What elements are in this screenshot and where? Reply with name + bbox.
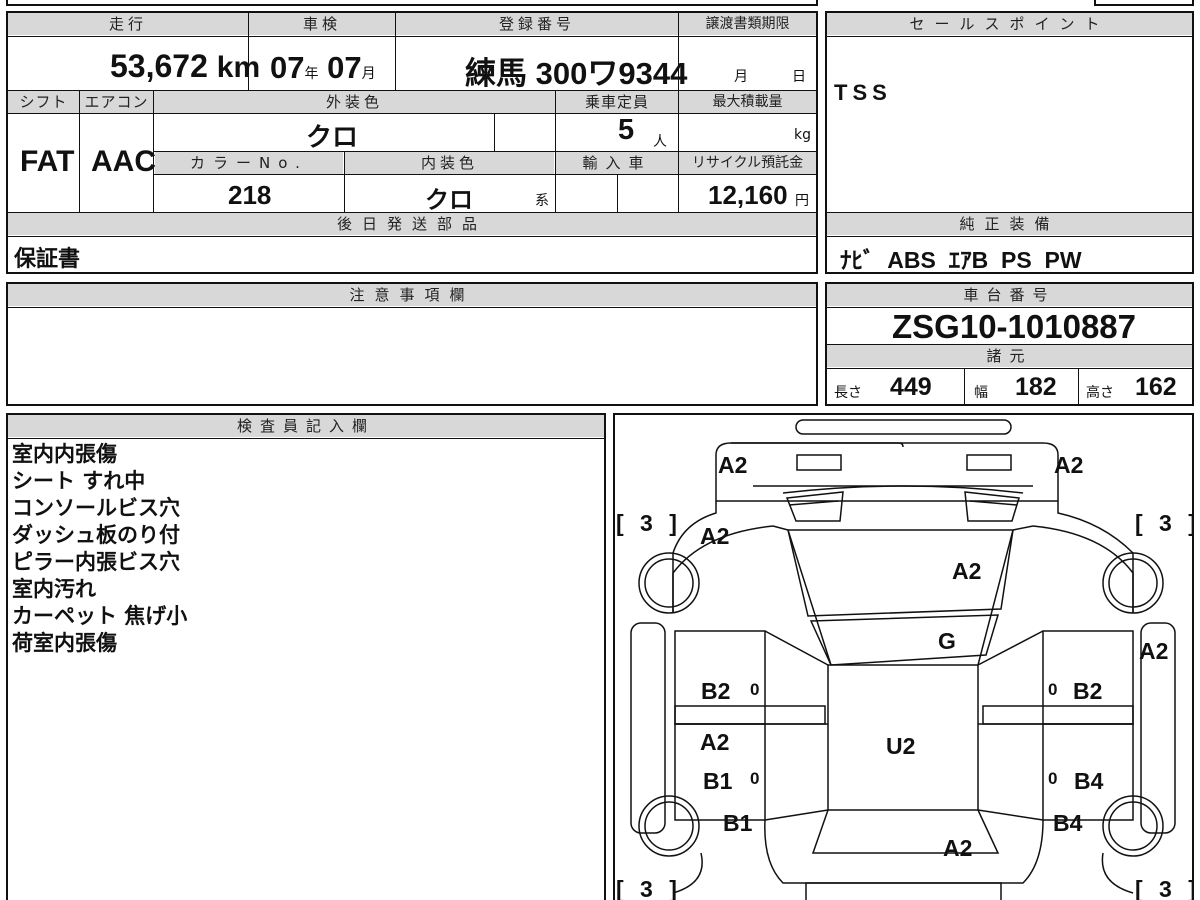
- damage-right-fender: A2: [1139, 638, 1168, 664]
- tire-front-left: [638, 552, 700, 614]
- zero-mark-4: 0: [1048, 769, 1057, 788]
- inspector-note: ダッシュ板のり付: [12, 523, 180, 547]
- inspector-note: カーペット 焦げ小: [12, 604, 188, 628]
- sales-point-text: TSS: [834, 80, 892, 105]
- damage-rear-door-right: B4: [1074, 768, 1104, 794]
- shaken-year-unit: 年: [304, 65, 319, 81]
- header-color-no: カラーNo.: [155, 152, 343, 174]
- recycle-unit: 円: [795, 193, 809, 209]
- inspector-note: ピラー内張ビス穴: [12, 550, 180, 574]
- equipment-text: ﾅﾋﾞ ABS ｴｱB PS PW: [840, 247, 1082, 273]
- header-shaken: 車検: [249, 13, 395, 35]
- car-diagram: [ 3 ] [ 3 ] [ 3 ] [ 3 ] A2 A2 A2 A2 G A2…: [616, 419, 1194, 900]
- exterior-color-value: クロ: [306, 122, 359, 152]
- header-maxload: 最大積載量: [679, 91, 816, 113]
- side-step-left: [630, 622, 666, 834]
- inspector-note: コンソールビス穴: [12, 496, 180, 520]
- capacity-value: 5: [618, 114, 635, 146]
- header-aircon: エアコン: [80, 91, 153, 113]
- damage-hood: A2: [952, 558, 981, 584]
- header-import: 輸入車: [556, 152, 678, 174]
- shaken-month: 07: [327, 50, 362, 85]
- zero-mark-2: 0: [1048, 680, 1057, 699]
- header-equipment: 純正装備: [827, 213, 1192, 235]
- damage-front-bumper-left: A2: [718, 452, 747, 478]
- damage-front-door-right: B2: [1073, 678, 1102, 704]
- headlight-right: [966, 454, 1012, 471]
- header-inspector: 検査員記入欄: [8, 415, 604, 437]
- damage-windshield: G: [938, 628, 956, 654]
- inspector-note: シート すれ中: [12, 469, 146, 493]
- header-capacity: 乗車定員: [556, 91, 678, 113]
- tire-rear-left: [638, 795, 700, 857]
- height-label: 高さ: [1086, 385, 1114, 401]
- mileage-value: 53,672: [110, 48, 208, 84]
- damage-roof: U2: [886, 733, 915, 759]
- height-value: 162: [1135, 373, 1177, 401]
- damage-rear-center: A2: [943, 835, 972, 861]
- tire-fl-label: [ 3 ]: [616, 510, 682, 536]
- top-strip: [6, 0, 818, 6]
- front-bumper: [715, 442, 1059, 502]
- interior-color-suffix: 系: [535, 193, 549, 209]
- header-chassis: 車台番号: [827, 284, 1192, 306]
- width-value: 182: [1015, 373, 1057, 401]
- shift-value: FAT: [20, 145, 75, 178]
- headlight-left: [796, 454, 842, 471]
- header-registration: 登録番号: [396, 13, 678, 35]
- shaken-year: 07: [270, 50, 305, 85]
- zero-mark-3: 0: [750, 769, 759, 788]
- recycle-value: 12,160: [708, 180, 788, 210]
- damage-rear-quarter-right: B4: [1053, 810, 1083, 836]
- zero-mark-1: 0: [750, 680, 759, 699]
- inspector-note: 室内内張傷: [12, 442, 117, 466]
- header-sales-point: セールスポイント: [827, 13, 1192, 35]
- damage-front-door-left: B2: [701, 678, 730, 704]
- header-later-parts: 後日発送部品: [8, 213, 816, 235]
- front-grille: [795, 419, 1012, 435]
- inspector-notes-list: 室内内張傷 シート すれ中 コンソールビス穴 ダッシュ板のり付 ピラー内張ビス穴…: [12, 441, 187, 657]
- chassis-number: ZSG10-1010887: [892, 308, 1137, 345]
- registration-region: 練馬: [465, 56, 527, 91]
- header-specs: 諸元: [827, 345, 1192, 367]
- interior-color-value: クロ: [425, 187, 473, 214]
- registration-number: 300ワ9344: [535, 56, 688, 91]
- tire-rr-label: [ 3 ]: [1135, 876, 1194, 900]
- windshield: [809, 614, 1000, 666]
- header-notes: 注意事項欄: [8, 284, 816, 306]
- tire-fr-label: [ 3 ]: [1135, 510, 1194, 536]
- damage-front-fender-left: A2: [700, 523, 729, 549]
- transfer-month-unit: 月: [734, 69, 748, 85]
- damage-rear-door-left-a: A2: [700, 729, 729, 755]
- header-transfer-deadline: 譲渡書類期限: [679, 13, 816, 35]
- capacity-unit: 人: [653, 134, 667, 150]
- header-mileage: 走行: [8, 13, 248, 35]
- header-shift: シフト: [8, 91, 79, 113]
- inspector-note: 室内汚れ: [12, 577, 96, 601]
- damage-rear-door-left-b: B1: [703, 768, 733, 794]
- inspector-note: 荷室内張傷: [12, 631, 117, 655]
- color-no-value: 218: [228, 180, 272, 210]
- maxload-unit: kg: [794, 127, 811, 143]
- header-exterior-color: 外装色: [154, 91, 555, 113]
- later-parts-value: 保証書: [14, 246, 81, 271]
- length-label: 長さ: [834, 385, 862, 401]
- damage-front-bumper-right: A2: [1054, 452, 1083, 478]
- tire-rl-label: [ 3 ]: [616, 876, 682, 900]
- aircon-value: AAC: [91, 145, 156, 178]
- header-interior-color: 内装色: [345, 152, 554, 174]
- top-strip-right: [1094, 0, 1194, 6]
- mileage-unit: km: [216, 51, 261, 84]
- damage-rear-quarter-left: B1: [723, 810, 753, 836]
- shaken-month-unit: 月: [361, 65, 376, 81]
- header-recycle: リサイクル預託金: [679, 152, 816, 174]
- width-label: 幅: [974, 385, 988, 401]
- transfer-day-unit: 日: [792, 69, 806, 85]
- length-value: 449: [890, 373, 932, 401]
